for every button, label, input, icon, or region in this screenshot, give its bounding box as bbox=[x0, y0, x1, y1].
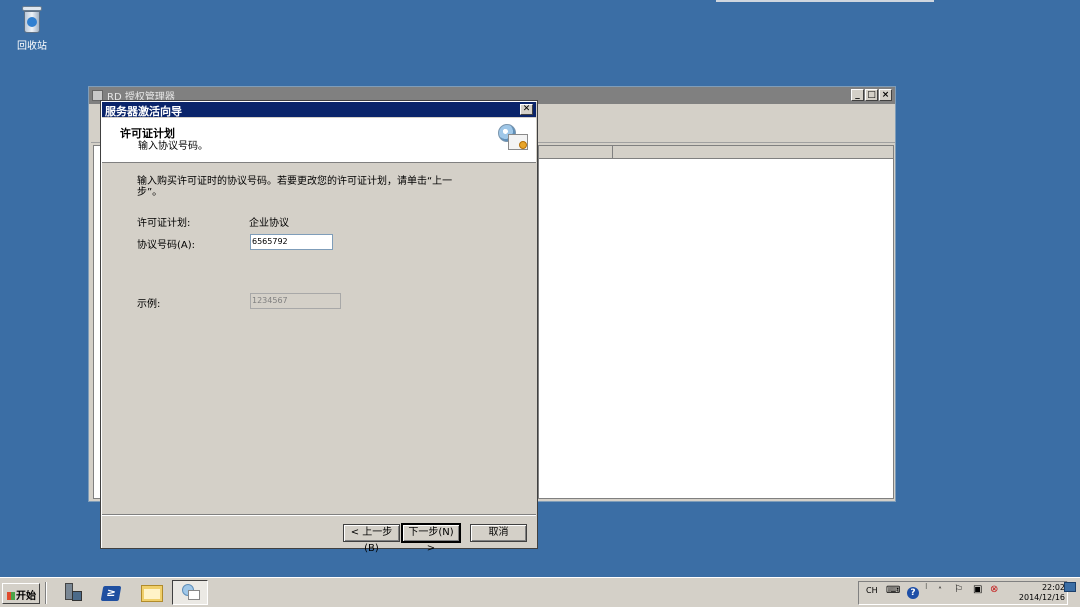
taskbar-divider bbox=[45, 582, 47, 604]
network-icon[interactable]: ▣ bbox=[973, 584, 982, 595]
windows-logo-icon bbox=[7, 592, 15, 600]
server-list-pane[interactable] bbox=[538, 145, 894, 499]
powershell-icon[interactable]: ≥ bbox=[98, 582, 124, 604]
input-language-indicator[interactable]: CH bbox=[866, 586, 878, 595]
agreement-number-input[interactable]: 6565792 bbox=[250, 234, 333, 250]
start-button[interactable]: 开始 bbox=[2, 583, 40, 604]
keyboard-icon[interactable]: ⌨ bbox=[886, 585, 900, 596]
show-desktop-button[interactable] bbox=[1064, 582, 1076, 592]
wizard-separator bbox=[102, 514, 536, 516]
action-center-flag-icon[interactable]: ⚐ bbox=[954, 584, 963, 595]
background-window-edge bbox=[716, 0, 934, 2]
recycle-bin-label: 回收站 bbox=[17, 41, 47, 52]
example-field: 1234567 bbox=[250, 293, 341, 309]
cancel-button[interactable]: 取消 bbox=[470, 524, 527, 542]
list-header[interactable] bbox=[539, 146, 893, 159]
wizard-close-button[interactable]: ✕ bbox=[520, 104, 533, 115]
server-manager-icon[interactable] bbox=[60, 582, 86, 604]
server-activation-wizard: 服务器激活向导 ✕ 许可证计划 输入协议号码。 输入购买许可证时的协议号码。若要… bbox=[100, 100, 538, 554]
explorer-folder-icon[interactable] bbox=[138, 582, 164, 604]
close-icon: ✕ bbox=[522, 104, 531, 114]
wizard-step-subtitle: 输入协议号码。 bbox=[138, 141, 208, 152]
license-plan-value: 企业协议 bbox=[249, 218, 289, 229]
clock-time: 22:02 bbox=[1041, 583, 1065, 592]
volume-muted-icon[interactable]: ⊗ bbox=[990, 584, 998, 595]
wizard-titlebar[interactable]: 服务器激活向导 ✕ bbox=[102, 102, 536, 118]
notification-area: CH ⌨ ? ⁝ ˄ ⚐ ▣ ⊗ 22:02 2014/12/16 bbox=[858, 581, 1068, 605]
wizard-title: 服务器激活向导 bbox=[105, 105, 182, 118]
rd-license-manager-taskbar-icon[interactable] bbox=[172, 580, 208, 605]
maximize-button[interactable]: □ bbox=[865, 89, 878, 101]
window-close-button[interactable]: × bbox=[879, 89, 892, 101]
license-certificate-icon bbox=[498, 124, 530, 156]
clock[interactable]: 22:02 2014/12/16 bbox=[1009, 583, 1065, 603]
wizard-body: 输入购买许可证时的协议号码。若要更改您的许可证计划，请单击“上一步”。 许可证计… bbox=[102, 164, 536, 514]
show-hidden-icons-chevron[interactable]: ˄ bbox=[938, 586, 942, 595]
clock-date: 2014/12/16 bbox=[1018, 593, 1065, 602]
example-label: 示例: bbox=[137, 299, 161, 310]
taskbar: 开始 ≥ CH ⌨ ? ⁝ ˄ ⚐ ▣ ⊗ 22:02 2014/12/16 bbox=[0, 577, 1080, 607]
instruction-text: 输入购买许可证时的协议号码。若要更改您的许可证计划，请单击“上一步”。 bbox=[137, 176, 453, 198]
minimize-button[interactable]: _ bbox=[851, 89, 864, 101]
recycle-bin-shortcut[interactable]: 回收站 bbox=[10, 6, 54, 52]
agreement-number-label: 协议号码(A): bbox=[137, 240, 196, 251]
next-button[interactable]: 下一步(N) > bbox=[402, 524, 460, 554]
license-plan-label: 许可证计划: bbox=[137, 218, 191, 229]
back-button[interactable]: < 上一步(B) bbox=[343, 524, 400, 554]
start-label: 开始 bbox=[16, 591, 36, 602]
help-icon[interactable]: ? bbox=[907, 587, 919, 599]
ime-options-icon[interactable]: ⁝ bbox=[925, 582, 928, 591]
recycle-bin-icon bbox=[21, 6, 43, 34]
wizard-header: 许可证计划 输入协议号码。 bbox=[102, 118, 536, 163]
column-divider[interactable] bbox=[612, 146, 613, 159]
